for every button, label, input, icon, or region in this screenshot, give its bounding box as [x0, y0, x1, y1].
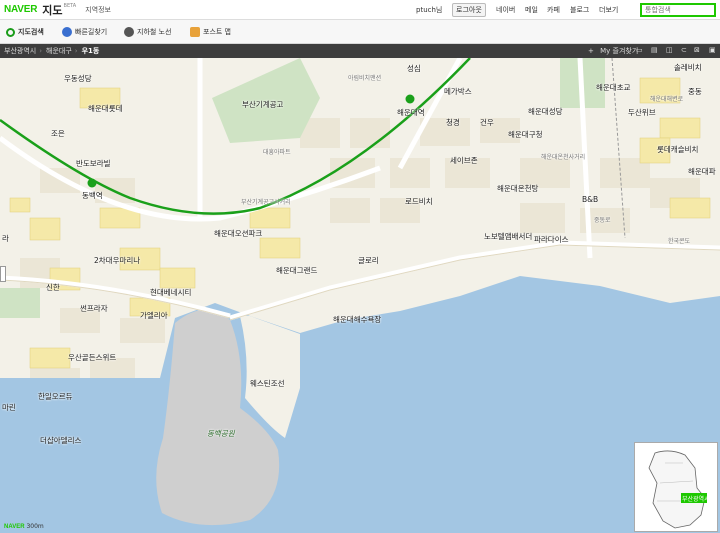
post-icon: [190, 27, 200, 37]
map-label[interactable]: 노보텔앰배서더: [484, 231, 532, 242]
url-icon[interactable]: ⊠: [694, 46, 700, 54]
map-label[interactable]: 세이브존: [450, 155, 478, 166]
product-title[interactable]: 지도: [42, 2, 62, 18]
map-label[interactable]: 라: [2, 233, 9, 244]
directions-button[interactable]: 빠른길찾기: [62, 25, 107, 39]
post-map-button[interactable]: 포스트 맵: [190, 25, 231, 39]
map-base: [0, 58, 720, 533]
subway-button[interactable]: 지하철 노선: [124, 25, 171, 39]
map-label[interactable]: 해운대해수욕장: [333, 314, 381, 325]
logout-button[interactable]: 로그아웃: [452, 3, 486, 17]
map-label[interactable]: 우산골든스위트: [68, 352, 116, 363]
nav-more[interactable]: 더보기: [599, 5, 618, 15]
naver-logo[interactable]: NAVER: [4, 4, 37, 15]
map-label[interactable]: 해운대온천사거리: [541, 152, 585, 161]
fullscreen-icon[interactable]: ▣: [709, 46, 716, 54]
dongbaek-station-marker: [87, 178, 97, 188]
map-label[interactable]: 중동로: [594, 215, 611, 224]
crumb-separator: ›: [74, 47, 78, 55]
crumb-city[interactable]: 부산광역시: [4, 46, 36, 56]
map-label[interactable]: 아림비치맨션: [348, 73, 381, 82]
map-label[interactable]: 2차대우마리나: [94, 255, 140, 266]
map-canvas[interactable]: 우동성당 해운대롯데 조은 반도보라빌 동백역 신한 썬프라자 우산골든스위트 …: [0, 58, 720, 533]
map-label[interactable]: 한국콘도: [668, 236, 690, 245]
map-label[interactable]: 해운대역: [397, 107, 425, 118]
map-label[interactable]: 한일오르듀: [38, 391, 73, 402]
user-name[interactable]: ptuch님: [416, 5, 442, 15]
map-label[interactable]: 글로리: [358, 255, 379, 266]
map-label[interactable]: 해운대해변로: [650, 94, 683, 103]
map-label[interactable]: 신한: [46, 282, 60, 293]
map-search-label: 지도검색: [18, 28, 44, 36]
save-icon[interactable]: ▤: [651, 46, 658, 54]
map-label[interactable]: 부산기계공고: [242, 99, 283, 110]
directions-label: 빠른길찾기: [75, 28, 108, 36]
map-label[interactable]: 솔레비치: [674, 62, 702, 73]
subway-label: 지하철 노선: [137, 28, 172, 36]
map-label[interactable]: 해운대그랜드: [276, 265, 317, 276]
map-label[interactable]: 해운대초교: [596, 82, 631, 93]
map-toolbar: 지도검색 빠른길찾기 지하철 노선 포스트 맵: [0, 20, 720, 44]
favorites-label: My 즐겨찾기: [600, 47, 639, 55]
map-label[interactable]: 조은: [51, 128, 65, 139]
map-search-button[interactable]: 지도검색: [6, 25, 44, 39]
zoom-handle[interactable]: [0, 266, 6, 282]
print-icon[interactable]: ▭: [636, 46, 643, 54]
map-label[interactable]: 롯데캐슬비치: [657, 144, 698, 155]
scale-logo: NAVER: [4, 524, 25, 530]
map-label[interactable]: 해운대롯데: [88, 103, 123, 114]
map-label[interactable]: 우동성당: [64, 73, 92, 84]
map-label[interactable]: 해운대파: [688, 166, 716, 177]
crumb-dong[interactable]: 우1동: [82, 46, 100, 56]
favorites-button[interactable]: + My 즐겨찾기: [588, 46, 638, 56]
map-label[interactable]: 해운대구청: [508, 129, 543, 140]
map-label[interactable]: 파라다이스: [534, 234, 569, 245]
nav-mail[interactable]: 메일: [525, 5, 538, 15]
nav-blog[interactable]: 블로그: [570, 5, 589, 15]
map-label[interactable]: B&B: [582, 195, 598, 204]
map-label[interactable]: 웨스틴조선: [250, 378, 285, 389]
scale-bar: NAVER 300m: [4, 523, 44, 530]
map-label[interactable]: 로드비치: [405, 196, 433, 207]
search-icon: [6, 27, 15, 37]
map-label[interactable]: 해운대온천탕: [497, 183, 538, 194]
beta-badge: BETA: [63, 2, 77, 9]
map-label[interactable]: 동백역: [82, 190, 103, 201]
map-label[interactable]: 해운대성당: [528, 106, 563, 117]
map-label[interactable]: 가엘리아: [140, 310, 168, 321]
map-label[interactable]: 썬프라자: [80, 303, 108, 314]
map-label[interactable]: 건우: [480, 117, 494, 128]
crumb-district[interactable]: 해운대구: [46, 46, 72, 56]
scale-distance: 300m: [26, 523, 44, 530]
search-input[interactable]: [640, 3, 716, 17]
region-info-link[interactable]: 지역정보: [85, 5, 111, 15]
post-map-label: 포스트 맵: [203, 28, 231, 36]
map-label[interactable]: 두산위브: [628, 107, 656, 118]
map-label[interactable]: 대흥아파트: [263, 147, 291, 156]
map-label[interactable]: 마린: [2, 402, 16, 413]
directions-icon: [62, 27, 72, 37]
link-icon[interactable]: ⊂: [681, 46, 687, 54]
crumb-separator: ›: [39, 47, 43, 55]
map-label[interactable]: 부산기계공고사거리: [241, 197, 291, 206]
map-label[interactable]: 청경: [446, 117, 460, 128]
map-label[interactable]: 중동: [688, 86, 702, 97]
subway-icon: [124, 27, 134, 37]
top-bar: NAVER 지도 BETA 지역정보 ptuch님 로그아웃 네이버 메일 카페…: [0, 0, 720, 20]
map-label[interactable]: 해운대오션파크: [214, 228, 262, 239]
korea-outline: [648, 450, 707, 529]
map-label[interactable]: 현대베네시티: [150, 287, 191, 298]
map-label[interactable]: 더샵아델리스: [40, 435, 81, 446]
map-label[interactable]: 동백공원: [207, 428, 235, 439]
overview-minimap[interactable]: 부산광역시: [634, 442, 718, 532]
minimap-label: 부산광역시: [682, 496, 710, 503]
nav-naver[interactable]: 네이버: [496, 5, 515, 15]
haeundae-station-marker: [405, 94, 415, 104]
map-label[interactable]: 반도보라빌: [76, 158, 111, 169]
layer-icon[interactable]: ◫: [666, 46, 673, 54]
nav-cafe[interactable]: 카페: [547, 5, 560, 15]
breadcrumb: 부산광역시 › 해운대구 › 우1동 + My 즐겨찾기 ▭ ▤ ◫ ⊂ ⊠ ▣: [0, 44, 720, 58]
map-label[interactable]: 메가박스: [444, 86, 472, 97]
map-label[interactable]: 성심: [407, 63, 421, 74]
